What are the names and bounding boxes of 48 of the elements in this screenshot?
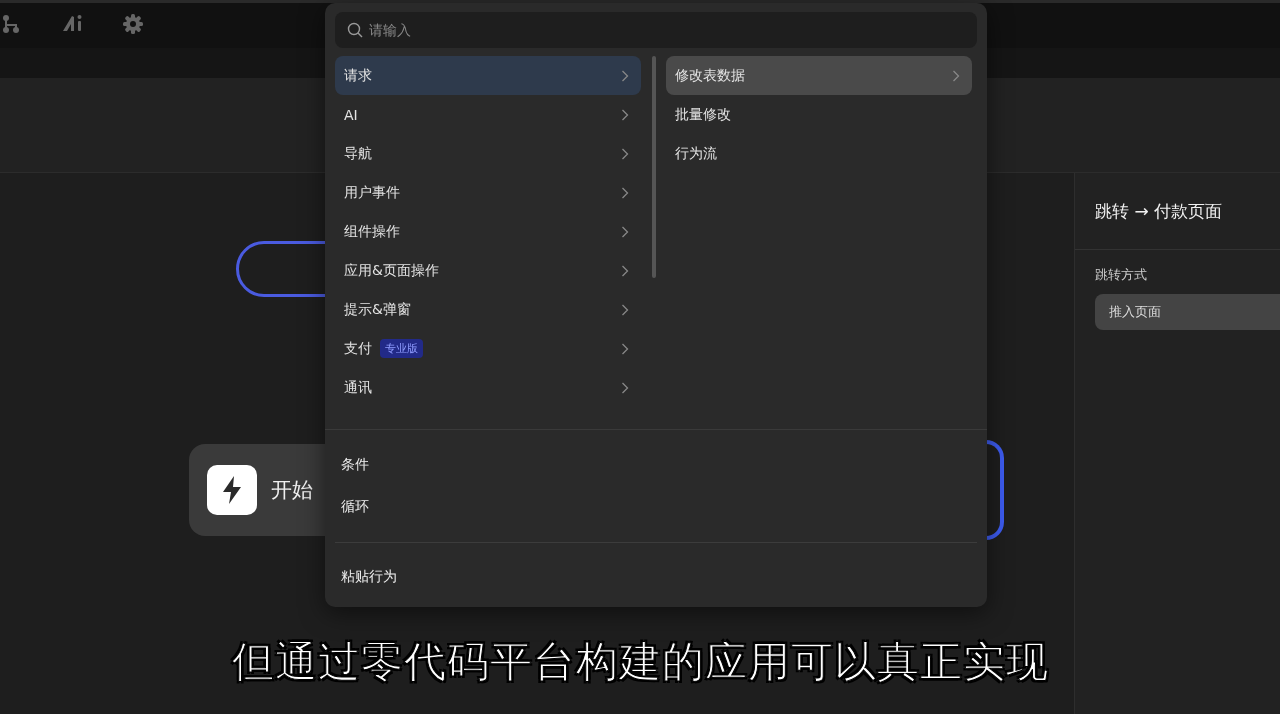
chevron-right-icon (621, 147, 629, 160)
action-label: 修改表数据 (675, 66, 745, 85)
category-item[interactable]: 应用&页面操作 (335, 251, 641, 290)
search-icon (347, 22, 363, 38)
chevron-right-icon (621, 381, 629, 394)
settings-icon[interactable] (123, 14, 143, 34)
action-label: 批量修改 (675, 105, 731, 124)
field-label: 跳转方式 (1095, 266, 1148, 284)
category-item[interactable]: 用户事件 (335, 173, 641, 212)
category-label: 支付 (344, 339, 372, 358)
category-label: 提示&弹窗 (344, 300, 411, 319)
action-item[interactable]: 行为流 (666, 134, 972, 173)
menu-item[interactable]: 粘贴行为 (335, 557, 977, 597)
category-label: 组件操作 (344, 222, 400, 241)
menu-item[interactable]: 循环 (335, 486, 977, 528)
chevron-right-icon (621, 303, 629, 316)
category-item[interactable]: 通讯 (335, 368, 641, 407)
category-label: 用户事件 (344, 183, 400, 202)
select-field[interactable]: 推入页面 (1095, 294, 1280, 330)
category-item[interactable]: 请求 (335, 56, 641, 95)
lightning-icon (207, 465, 257, 515)
category-item[interactable]: 组件操作 (335, 212, 641, 251)
search-field[interactable]: 请输入 (335, 12, 977, 48)
chevron-right-icon (621, 69, 629, 82)
category-item[interactable]: 提示&弹窗 (335, 290, 641, 329)
hierarchy-icon[interactable] (2, 14, 20, 34)
pro-badge: 专业版 (380, 339, 423, 358)
chevron-right-icon (621, 342, 629, 355)
card-title: 开始 (271, 477, 313, 504)
category-item[interactable]: AI (335, 95, 641, 134)
category-label: 导航 (344, 144, 372, 163)
chevron-right-icon (621, 186, 629, 199)
menu-item[interactable]: 条件 (335, 444, 977, 486)
chevron-right-icon (621, 225, 629, 238)
category-label: 通讯 (344, 378, 372, 397)
category-item[interactable]: 支付 专业版 (335, 329, 641, 368)
chevron-right-icon (952, 69, 960, 82)
chevron-right-icon (621, 108, 629, 121)
category-label: 应用&页面操作 (344, 261, 439, 280)
subtitle-caption: 但通过零代码平台构建的应用可以真正实现 (230, 636, 1050, 688)
panel-title: 跳转 → 付款页面 (1095, 199, 1223, 223)
action-label: 行为流 (675, 144, 717, 163)
category-label: 请求 (344, 66, 372, 85)
action-item[interactable]: 修改表数据 (666, 56, 972, 95)
action-item[interactable]: 批量修改 (666, 95, 972, 134)
category-label: AI (344, 106, 358, 123)
chevron-right-icon (621, 264, 629, 277)
category-item[interactable]: 导航 (335, 134, 641, 173)
